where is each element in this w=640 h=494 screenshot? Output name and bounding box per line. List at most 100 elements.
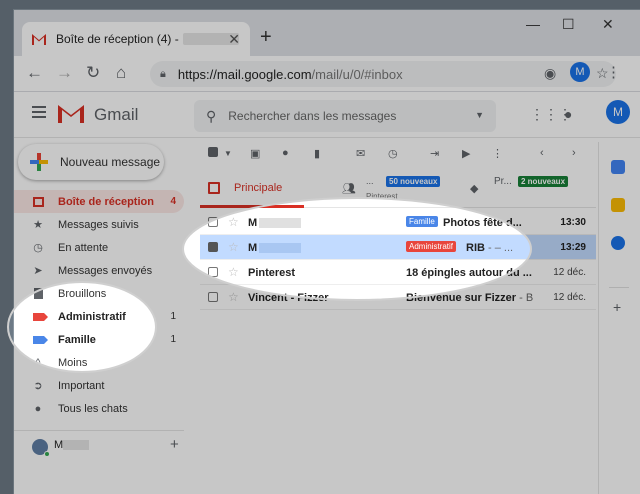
browser-window: Boîte de réception (4) - ✕ + — ☐ ✕ ← → ↻… bbox=[14, 10, 640, 494]
email-time: 13:29 bbox=[560, 242, 586, 253]
hamburger-menu-icon[interactable] bbox=[32, 106, 46, 118]
send-icon: ➤ bbox=[33, 265, 43, 277]
sidebar-item-less[interactable]: ^ Moins bbox=[14, 351, 184, 374]
browser-tab[interactable]: Boîte de réception (4) - ✕ bbox=[22, 22, 250, 56]
row-checkbox[interactable] bbox=[208, 217, 218, 227]
maximize-icon[interactable]: ☐ bbox=[562, 16, 575, 33]
user-name: M bbox=[54, 439, 90, 451]
divider bbox=[609, 287, 629, 288]
browser-toolbar: ← → ↻ ⌂ 🔒︎ https://mail.google.com/mail/… bbox=[14, 56, 640, 92]
snooze-icon[interactable]: ◷ bbox=[388, 147, 398, 160]
add-user-button[interactable]: + bbox=[170, 436, 179, 453]
tab-principal[interactable]: Principale bbox=[200, 170, 304, 208]
tab-promotions[interactable]: ◆ Pr... 2 nouveaux bbox=[468, 170, 596, 208]
table-row[interactable]: ☆ Pinterest 18 épingles autour du ... 12… bbox=[200, 260, 596, 285]
more-icon[interactable]: ⋮ bbox=[492, 147, 503, 160]
sidebar-item-famille[interactable]: Famille 1 bbox=[14, 328, 184, 351]
row-checkbox[interactable] bbox=[208, 242, 218, 252]
row-checkbox[interactable] bbox=[208, 267, 218, 277]
gmail-logo-icon bbox=[58, 105, 84, 123]
sidebar-item-important[interactable]: ➲ Important bbox=[14, 374, 184, 397]
email-sender: M bbox=[248, 242, 302, 254]
url-host: https://mail.google.com bbox=[177, 66, 312, 82]
new-count-badge: 50 nouveaux bbox=[386, 176, 441, 187]
star-icon[interactable]: ☆ bbox=[228, 240, 239, 254]
add-addon-icon[interactable]: + bbox=[613, 299, 621, 315]
tab-label: Principale bbox=[234, 181, 283, 194]
eye-icon[interactable]: ◉ bbox=[544, 65, 556, 82]
star-icon[interactable]: ☆ bbox=[228, 290, 239, 304]
email-sender: Vincent - Fizzer bbox=[248, 292, 329, 304]
star-icon[interactable]: ☆ bbox=[228, 265, 239, 279]
table-row[interactable]: ☆ M Famille Photos fête d... 13:30 bbox=[200, 210, 596, 235]
compose-button[interactable]: Nouveau message bbox=[18, 144, 164, 180]
email-subject: Photos fête d... bbox=[443, 217, 522, 229]
email-label-chip: Famille bbox=[406, 216, 438, 227]
notifications-icon[interactable]: ● bbox=[564, 106, 572, 122]
table-row[interactable]: ☆ Vincent - Fizzer Bienvenue sur Fizzer … bbox=[200, 285, 596, 310]
gmail-header: Gmail ⚲ Rechercher dans les messages ▼ ⋮… bbox=[14, 92, 640, 138]
next-page-icon[interactable]: › bbox=[572, 147, 576, 159]
search-options-icon[interactable]: ▼ bbox=[475, 110, 484, 120]
sidebar-item-administratif[interactable]: Administratif 1 bbox=[14, 305, 184, 328]
unread-count: 1 bbox=[170, 334, 176, 345]
tab-strip: Boîte de réception (4) - ✕ + — ☐ ✕ bbox=[14, 10, 640, 56]
sidebar-item-starred[interactable]: ★ Messages suivis bbox=[14, 213, 184, 236]
keep-icon[interactable] bbox=[611, 198, 625, 212]
select-dropdown-icon[interactable]: ▼ bbox=[224, 149, 232, 158]
address-bar[interactable]: 🔒︎ https://mail.google.com/mail/u/0/#inb… bbox=[150, 61, 616, 87]
window-close-icon[interactable]: ✕ bbox=[602, 16, 614, 33]
sidebar-item-chats[interactable]: ● Tous les chats bbox=[14, 397, 184, 420]
delete-icon[interactable]: ▮ bbox=[314, 147, 320, 160]
row-checkbox[interactable] bbox=[208, 292, 218, 302]
email-list: ☆ M Famille Photos fête d... 13:30 ☆ M A… bbox=[200, 210, 596, 310]
search-input[interactable]: ⚲ Rechercher dans les messages ▼ bbox=[194, 100, 496, 132]
tasks-icon[interactable] bbox=[611, 236, 625, 250]
email-subject: Bienvenue sur Fizzer - B bbox=[406, 292, 534, 304]
minimize-icon[interactable]: — bbox=[526, 16, 540, 32]
calendar-icon[interactable] bbox=[611, 160, 625, 174]
prev-page-icon[interactable]: ‹ bbox=[540, 147, 544, 159]
table-row[interactable]: ☆ M Administratif RIB - – ... 13:29 bbox=[200, 235, 596, 260]
sidebar-item-label: Moins bbox=[58, 356, 88, 369]
forward-icon[interactable]: → bbox=[56, 63, 73, 83]
sidebar-item-label: Boîte de réception bbox=[58, 195, 154, 208]
sidebar-item-label: Administratif bbox=[58, 310, 126, 323]
email-subject: RIB - – ... bbox=[466, 242, 514, 254]
sidebar-item-label: Famille bbox=[58, 333, 96, 346]
sidebar-item-snoozed[interactable]: ◷ En attente bbox=[14, 236, 184, 259]
reload-icon[interactable]: ↻ bbox=[86, 63, 100, 83]
move-to-icon[interactable]: ⇥ bbox=[430, 147, 439, 160]
account-avatar[interactable]: M bbox=[606, 100, 630, 124]
report-spam-icon[interactable]: ● bbox=[282, 147, 289, 159]
tab-label-ellipsis: ... bbox=[366, 176, 374, 186]
search-placeholder: Rechercher dans les messages bbox=[228, 109, 397, 123]
draft-icon bbox=[32, 288, 44, 300]
url-path: /mail/u/0/#inbox bbox=[311, 66, 403, 82]
tab-social[interactable]: 👥︎ ... 50 nouveaux Pinterest bbox=[340, 170, 441, 208]
compose-plus-icon bbox=[30, 153, 48, 171]
email-sender: M bbox=[248, 217, 302, 229]
select-all-checkbox[interactable] bbox=[208, 147, 218, 160]
tab-close-icon[interactable]: ✕ bbox=[228, 31, 240, 48]
important-icon: ➲ bbox=[33, 380, 43, 392]
menu-dots-icon[interactable]: ⋮ bbox=[606, 63, 621, 81]
home-icon[interactable]: ⌂ bbox=[116, 63, 126, 83]
archive-icon[interactable]: ▣ bbox=[250, 147, 260, 160]
star-icon: ★ bbox=[33, 219, 43, 231]
new-count-badge: 2 nouveaux bbox=[518, 176, 569, 187]
chevron-up-icon: ^ bbox=[35, 356, 41, 369]
back-icon[interactable]: ← bbox=[26, 63, 43, 83]
inbox-tab-icon bbox=[208, 181, 220, 194]
hangouts-bar: M + bbox=[14, 430, 184, 464]
mark-read-icon[interactable]: ✉ bbox=[356, 147, 365, 160]
sidebar-item-label: Brouillons bbox=[58, 287, 107, 300]
sidebar-item-drafts[interactable]: Brouillons bbox=[14, 282, 184, 305]
sidebar-item-label: Tous les chats bbox=[58, 402, 128, 415]
new-tab-button[interactable]: + bbox=[260, 26, 272, 49]
label-as-icon[interactable]: ▶ bbox=[462, 147, 470, 160]
sidebar-item-sent[interactable]: ➤ Messages envoyés bbox=[14, 259, 184, 282]
star-icon[interactable]: ☆ bbox=[228, 215, 239, 229]
sidebar-item-inbox[interactable]: Boîte de réception 4 bbox=[14, 190, 184, 213]
profile-avatar[interactable]: M bbox=[570, 62, 590, 82]
